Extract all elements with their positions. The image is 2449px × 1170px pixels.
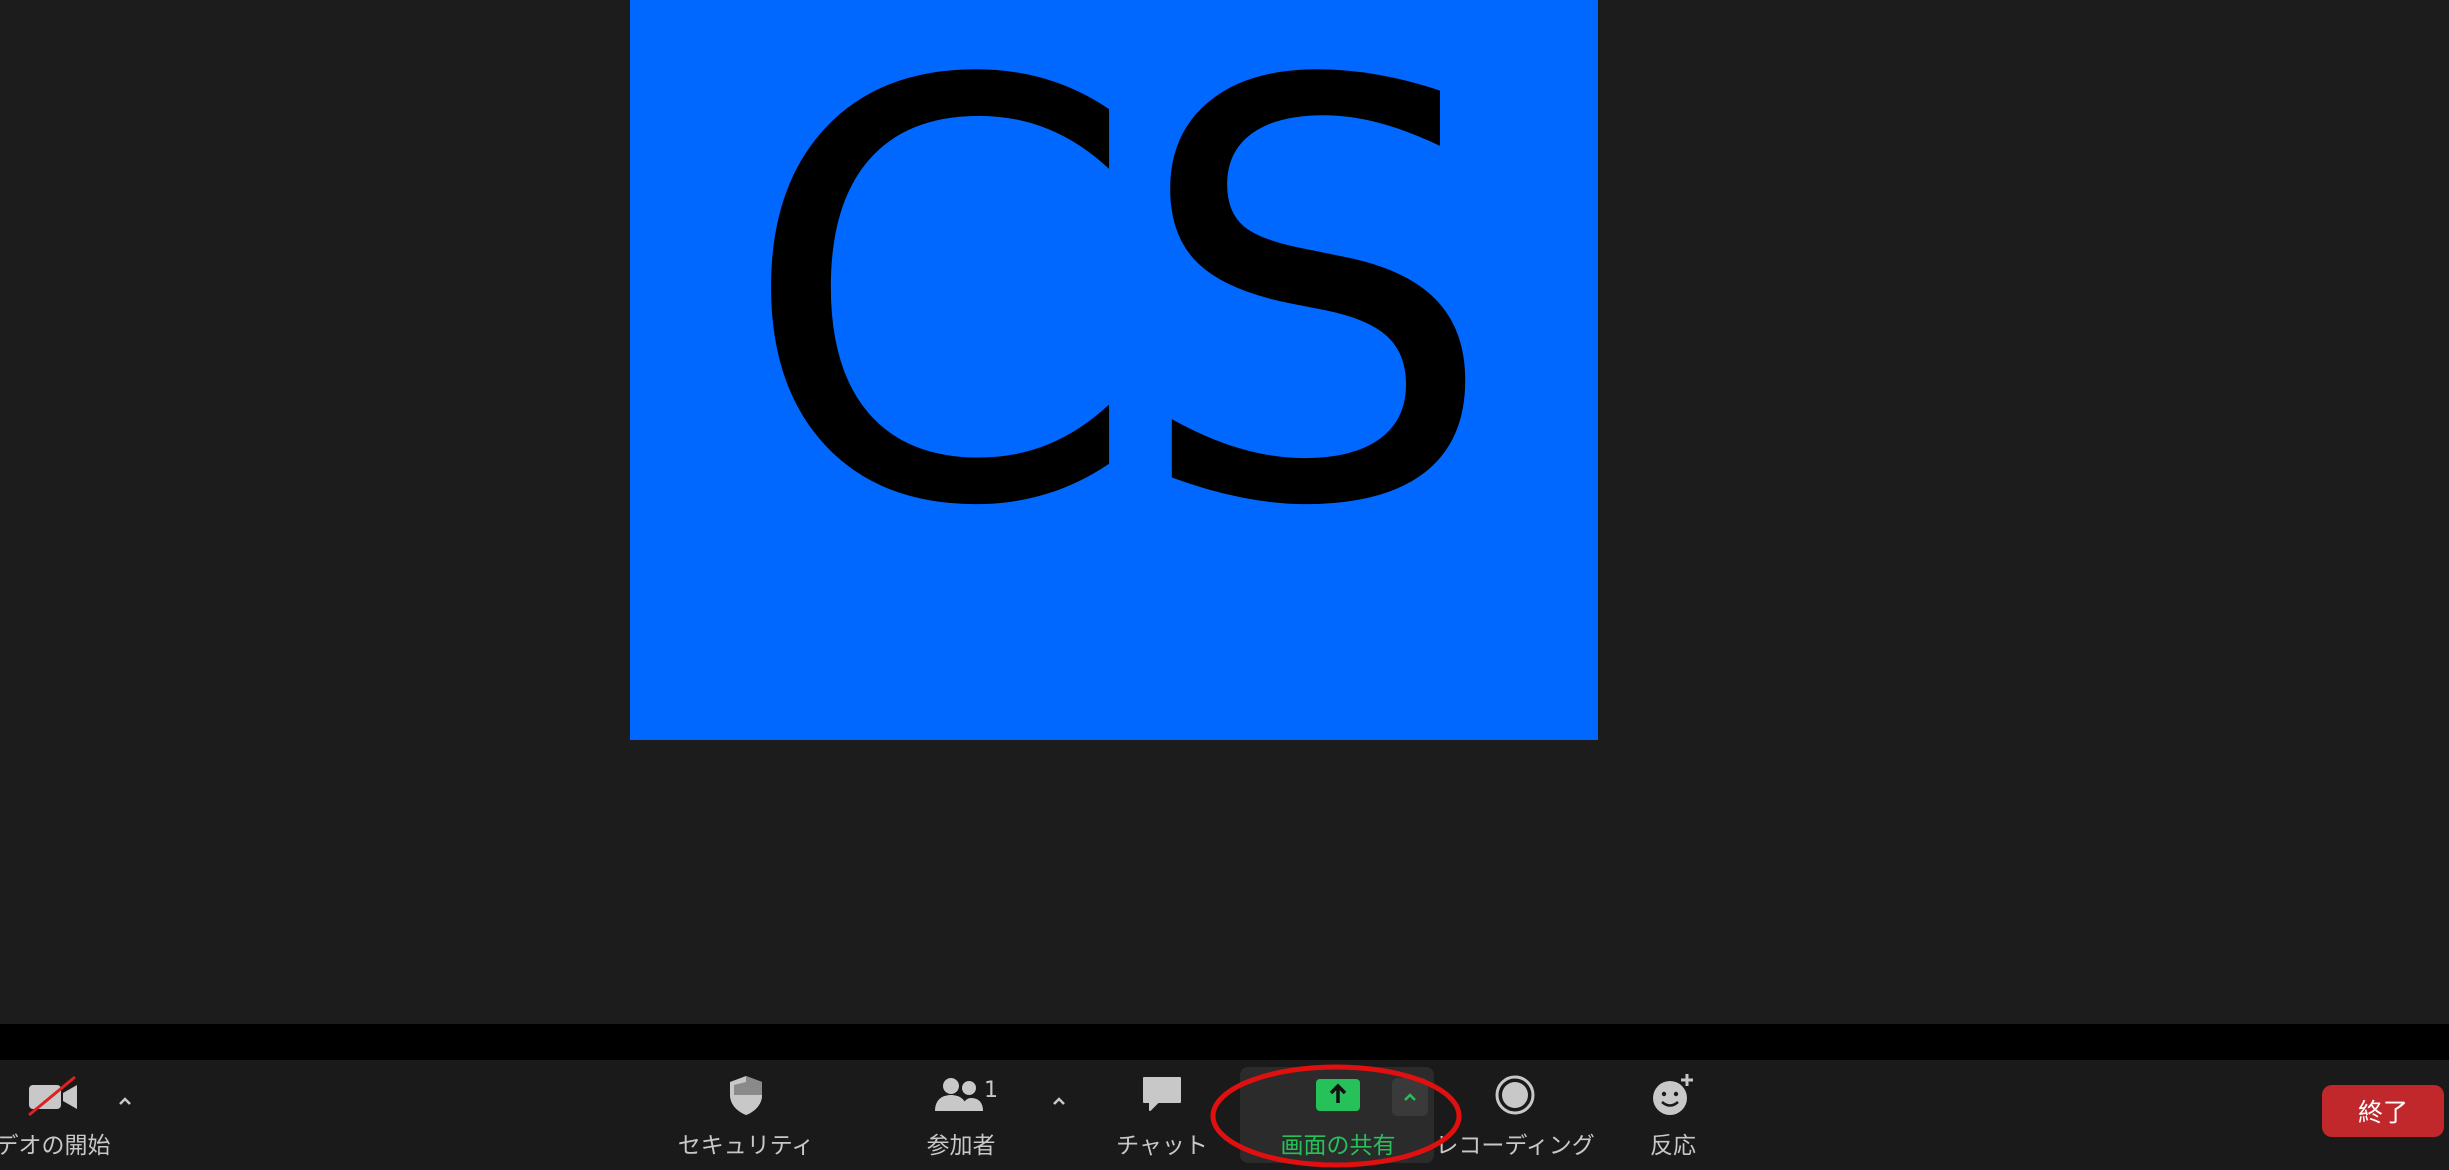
chevron-up-icon xyxy=(119,1097,131,1105)
record-button[interactable]: レコーディング xyxy=(1435,1072,1595,1162)
security-label: セキュリティ xyxy=(677,1133,815,1159)
participant-count: 1 xyxy=(984,1078,998,1103)
emoji-add-icon xyxy=(1650,1072,1696,1118)
start-video-button[interactable]: デオの開始 xyxy=(0,1072,118,1162)
share-screen-icon xyxy=(1314,1072,1362,1118)
people-icon xyxy=(931,1072,991,1118)
record-label: レコーディング xyxy=(1435,1133,1595,1159)
record-icon xyxy=(1493,1072,1537,1118)
participants-label: 参加者 xyxy=(926,1133,996,1159)
reactions-button[interactable]: 反応 xyxy=(1646,1072,1700,1162)
reactions-label: 反応 xyxy=(1650,1133,1696,1159)
participant-avatar-tile: CS xyxy=(630,0,1598,740)
share-screen-label: 画面の共有 xyxy=(1280,1133,1396,1159)
chat-button[interactable]: チャット xyxy=(1116,1072,1208,1162)
video-options-caret[interactable] xyxy=(112,1088,138,1114)
video-off-icon xyxy=(25,1072,81,1118)
chevron-up-icon xyxy=(1053,1097,1065,1105)
video-stage: CS xyxy=(0,0,2449,1024)
toolbar-separator xyxy=(0,1024,2449,1060)
shield-icon xyxy=(726,1072,766,1118)
participants-options-caret[interactable] xyxy=(1046,1088,1072,1114)
chevron-up-icon xyxy=(1404,1093,1416,1101)
chat-label: チャット xyxy=(1116,1133,1208,1159)
share-options-caret[interactable] xyxy=(1392,1078,1428,1116)
participants-button[interactable]: 1 参加者 xyxy=(906,1072,1016,1162)
participant-initials: CS xyxy=(738,0,1497,632)
start-video-label: デオの開始 xyxy=(0,1133,111,1159)
share-screen-button[interactable]: 画面の共有 xyxy=(1272,1072,1404,1162)
meeting-toolbar: デオの開始 セキュリティ 1 参加者 チャット 画面の共有 レコーディング 反応… xyxy=(0,1060,2449,1166)
security-button[interactable]: セキュリティ xyxy=(678,1072,814,1162)
chat-bubble-icon xyxy=(1140,1072,1184,1118)
end-meeting-button[interactable]: 終了 xyxy=(2322,1085,2444,1137)
